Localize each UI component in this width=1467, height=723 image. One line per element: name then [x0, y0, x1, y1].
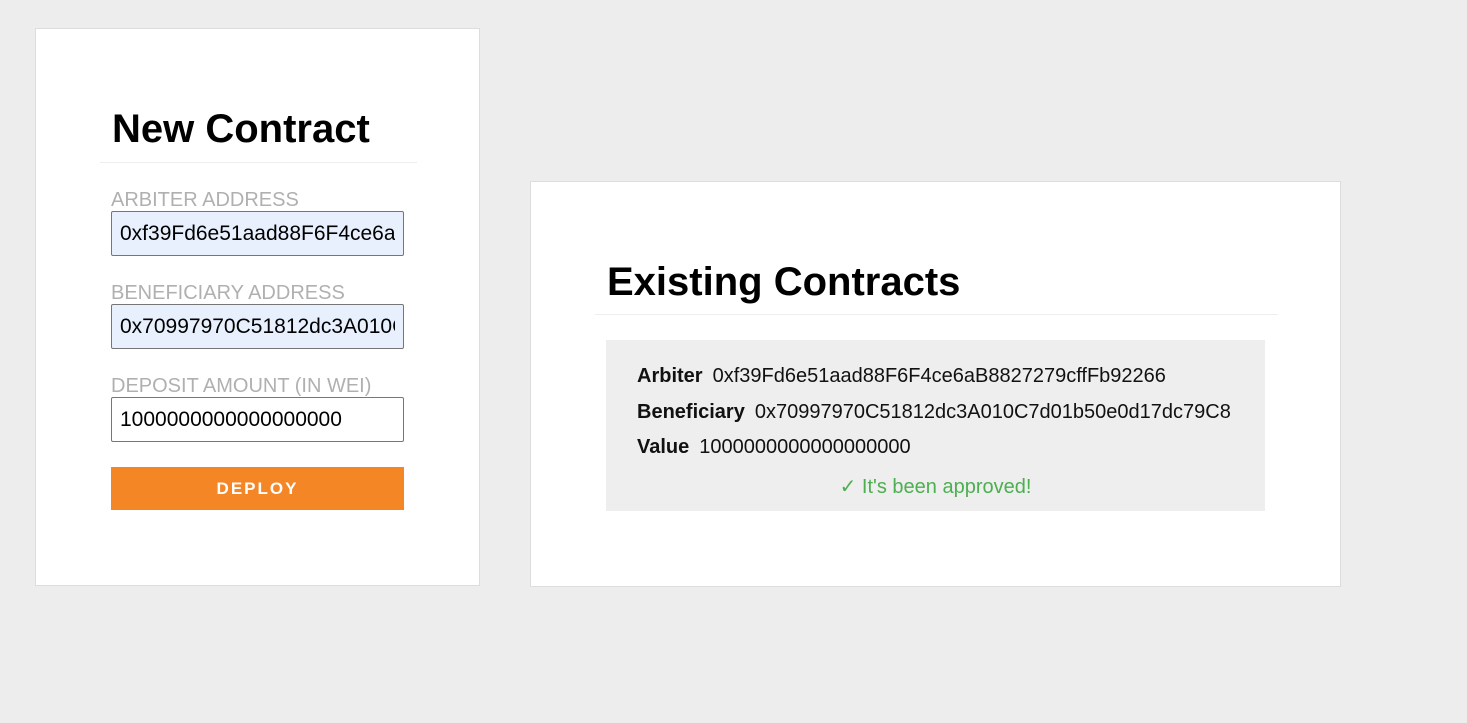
- new-contract-title: New Contract: [112, 107, 370, 151]
- contract-value-row: Value 1000000000000000000: [637, 437, 911, 457]
- title-divider: [595, 314, 1278, 315]
- arbiter-key: Arbiter: [637, 365, 703, 387]
- arbiter-address-label: Arbiter Address: [111, 189, 299, 211]
- deposit-amount-label: Deposit Amount (in Wei): [111, 375, 372, 397]
- deposit-amount-input[interactable]: [111, 397, 404, 442]
- title-divider: [100, 162, 417, 163]
- contract-card: Arbiter 0xf39Fd6e51aad88F6F4ce6aB8827279c…: [606, 340, 1265, 511]
- beneficiary-address-label: Beneficiary Address: [111, 282, 345, 304]
- contract-beneficiary-row: Beneficiary 0x70997970C51812dc3A010C7d01b…: [637, 402, 1231, 422]
- new-contract-panel: New Contract Arbiter Address Beneficiary…: [35, 28, 480, 586]
- deploy-button[interactable]: Deploy: [111, 467, 404, 510]
- value-value: 1000000000000000000: [699, 436, 911, 458]
- beneficiary-value: 0x70997970C51812dc3A010C7d01b50e0d17dc79…: [754, 401, 1231, 423]
- approved-status: ✓ It's been approved!: [839, 476, 1032, 498]
- existing-contracts-title: Existing Contracts: [607, 260, 961, 304]
- existing-contracts-panel: Existing Contracts Arbiter 0xf39Fd6e51aad…: [530, 181, 1341, 587]
- arbiter-value: 0xf39Fd6e51aad88F6F4ce6aB8827279cffFb922…: [712, 365, 1166, 387]
- contract-arbiter-row: Arbiter 0xf39Fd6e51aad88F6F4ce6aB8827279c…: [637, 366, 1166, 386]
- value-key: Value: [637, 436, 690, 458]
- beneficiary-key: Beneficiary: [637, 401, 745, 423]
- arbiter-address-input[interactable]: [111, 211, 404, 256]
- beneficiary-address-input[interactable]: [111, 304, 404, 349]
